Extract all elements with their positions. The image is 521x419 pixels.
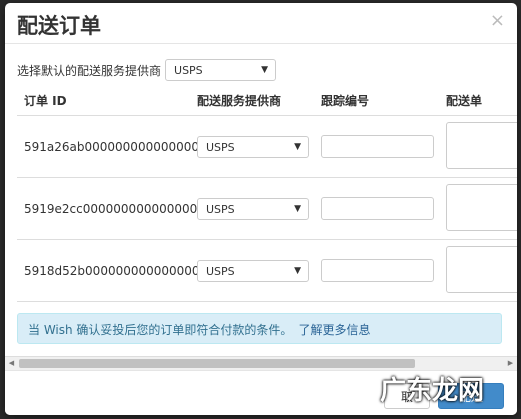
provider-select-value: USPS xyxy=(206,140,235,154)
scrollbar-thumb[interactable] xyxy=(19,359,415,368)
table-row: 5919e2cc0000000000000000 USPS ▼ xyxy=(17,178,517,240)
chevron-down-icon: ▼ xyxy=(261,65,269,75)
info-text: 当 Wish 确认妥投后您的订单即符合付款的条件。 xyxy=(28,323,293,337)
packing-slip-field[interactable] xyxy=(446,122,517,169)
default-provider-value: USPS xyxy=(174,63,203,77)
header-order-id: 订单 ID xyxy=(24,94,67,108)
default-provider-select[interactable]: USPS ▼ xyxy=(165,59,277,81)
provider-select[interactable]: USPS ▼ xyxy=(197,136,309,158)
tracking-number-input[interactable] xyxy=(321,135,434,158)
default-provider-row: 选择默认的配送服务提供商 USPS ▼ xyxy=(17,58,277,82)
tracking-number-input[interactable] xyxy=(321,197,434,220)
provider-select[interactable]: USPS ▼ xyxy=(197,260,309,282)
table-row: 5918d52b0000000000000000 USPS ▼ xyxy=(17,240,517,302)
order-id-cell: 5919e2cc0000000000000000 xyxy=(24,202,205,216)
cancel-button[interactable]: 取 xyxy=(384,383,430,409)
table-row: 591a26ab0000000000000000 USPS ▼ xyxy=(17,116,517,178)
learn-more-link[interactable]: 了解更多信息 xyxy=(298,323,370,337)
chevron-down-icon: ▼ xyxy=(294,142,301,152)
chevron-down-icon: ▼ xyxy=(294,266,301,276)
provider-select[interactable]: USPS ▼ xyxy=(197,198,309,220)
provider-select-value: USPS xyxy=(206,264,235,278)
default-provider-label: 选择默认的配送服务提供商 xyxy=(17,63,162,78)
header-provider: 配送服务提供商 xyxy=(197,94,282,108)
modal-header: 配送订单 × xyxy=(5,3,517,44)
packing-slip-field[interactable] xyxy=(446,246,517,293)
scroll-left-icon[interactable]: ◀ xyxy=(5,357,18,370)
ship-orders-modal: 配送订单 × 选择默认的配送服务提供商 USPS ▼ 订单 ID 配送服务提供商… xyxy=(5,3,517,415)
header-tracking: 跟踪编号 xyxy=(321,94,370,108)
close-icon[interactable]: × xyxy=(490,10,505,31)
order-id-cell: 5918d52b0000000000000000 xyxy=(24,264,208,278)
confirm-ship-button[interactable]: 配送 xyxy=(438,383,504,409)
chevron-down-icon: ▼ xyxy=(294,204,301,214)
modal-body: 选择默认的配送服务提供商 USPS ▼ 订单 ID 配送服务提供商 跟踪编号 配… xyxy=(5,44,517,370)
info-alert: 当 Wish 确认妥投后您的订单即符合付款的条件。 了解更多信息 xyxy=(17,313,502,344)
modal-title: 配送订单 xyxy=(17,14,101,38)
scroll-right-icon[interactable]: ▶ xyxy=(504,357,517,370)
horizontal-scrollbar[interactable]: ◀ ▶ xyxy=(5,356,517,370)
modal-footer: 取 配送 xyxy=(5,370,517,415)
order-id-cell: 591a26ab0000000000000000 xyxy=(24,140,207,154)
packing-slip-field[interactable] xyxy=(446,184,517,231)
header-slip: 配送单 xyxy=(446,94,483,108)
tracking-number-input[interactable] xyxy=(321,259,434,282)
provider-select-value: USPS xyxy=(206,202,235,216)
